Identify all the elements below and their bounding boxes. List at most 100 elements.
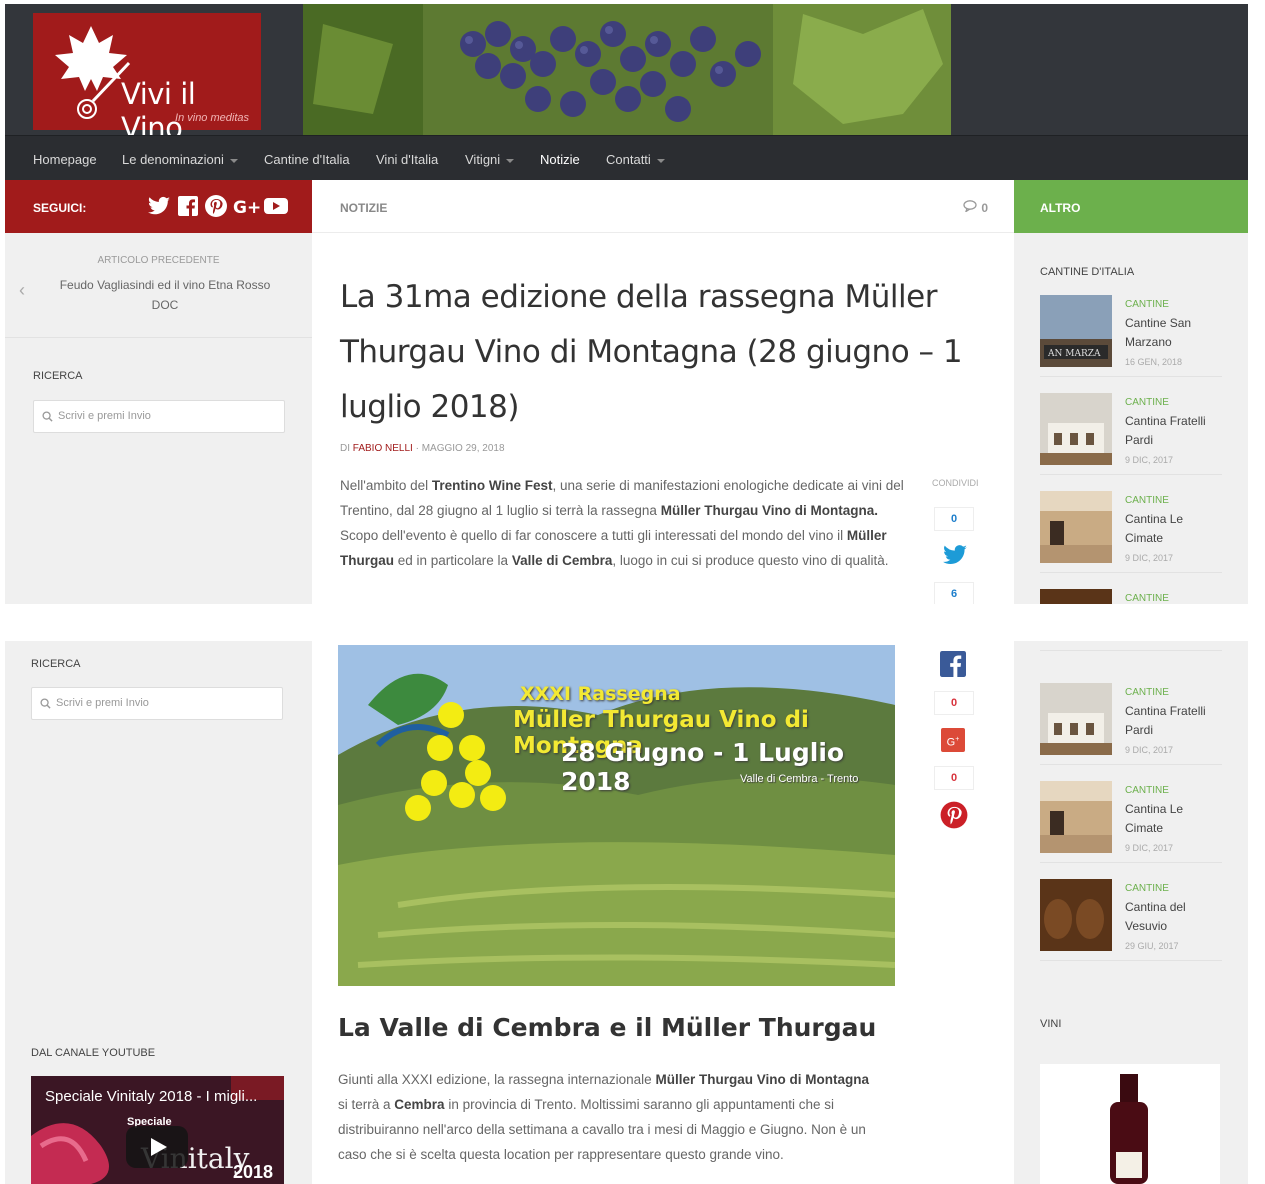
item-title[interactable]: Cantina Le Cimate <box>1125 800 1223 838</box>
item-date: 9 DIC, 2017 <box>1125 745 1174 755</box>
main-nav: Homepage Le denominazioni Cantine d'Ital… <box>5 135 1248 180</box>
article-date: · MAGGIO 29, 2018 <box>415 443 505 454</box>
grapes-image <box>303 4 951 135</box>
item-title[interactable]: Cantina Fratelli Pardi <box>1125 412 1223 450</box>
google-plus-share-icon[interactable]: G+ <box>941 728 965 752</box>
list-item[interactable]: CANTINE Cantina Le Cimate 9 DIC, 2017 <box>1040 483 1222 573</box>
article-paragraph-2: Giunti alla XXXI edizione, la rassegna i… <box>338 1067 878 1167</box>
poster-line-1: XXXI Rassegna <box>520 683 681 705</box>
pinterest-icon[interactable] <box>204 194 228 218</box>
thumbnail-image[interactable] <box>1040 683 1112 755</box>
winery-photo <box>1040 393 1112 465</box>
nav-item-cantine[interactable]: Cantine d'Italia <box>264 152 350 167</box>
nav-item-contatti[interactable]: Contatti <box>606 152 665 167</box>
list-item[interactable]: AN MARZA CANTINE Cantine San Marzano 16 … <box>1040 287 1222 377</box>
item-date: 9 DIC, 2017 <box>1125 843 1174 853</box>
breadcrumb-label[interactable]: NOTIZIE <box>340 201 387 215</box>
category-label[interactable]: CANTINE <box>1125 883 1169 894</box>
nav-item-notizie[interactable]: Notizie <box>540 152 580 167</box>
youtube-video-thumbnail[interactable]: Speciale Vinitaly 2018 - I migli... Spec… <box>31 1076 284 1184</box>
list-item[interactable]: CANTINE Cantina Fratelli Pardi 9 DIC, 20… <box>1040 385 1222 475</box>
list-item[interactable]: CANTINE <box>1040 581 1222 604</box>
nav-item-vitigni[interactable]: Vitigni <box>465 152 515 167</box>
category-label[interactable]: CANTINE <box>1125 495 1169 506</box>
thumbnail-image[interactable] <box>1040 589 1112 604</box>
text-run: Giunti alla XXXI edizione, la rassegna i… <box>338 1072 656 1087</box>
poster-line-4: Valle di Cembra - Trento <box>740 773 859 785</box>
comments-count[interactable]: 0 <box>963 200 988 215</box>
text-bold: Müller Thurgau Vino di Montagna <box>655 1072 869 1087</box>
list-item[interactable]: CANTINE Cantina Fratelli Pardi 9 DIC, 20… <box>1040 675 1222 765</box>
item-title[interactable]: Cantina del Vesuvio <box>1125 898 1223 936</box>
thumbnail-image[interactable]: AN MARZA <box>1040 295 1112 367</box>
list-item[interactable]: CANTINE Cantina Le Cimate 9 DIC, 2017 <box>1040 773 1222 863</box>
article-title: La 31ma edizione della rassegna Müller T… <box>340 279 963 425</box>
nav-item-vini[interactable]: Vini d'Italia <box>376 152 438 167</box>
youtube-icon[interactable] <box>263 194 289 218</box>
breadcrumb: NOTIZIE 0 <box>312 180 1014 233</box>
winery-photo <box>1040 683 1112 755</box>
search-placeholder: Scrivi e premi Invio <box>56 697 149 709</box>
search-input[interactable]: Scrivi e premi Invio <box>33 400 285 433</box>
right-sidebar-lower: 16 GEN, 2018 CANTINE Cantina Fratelli Pa… <box>1014 641 1248 1184</box>
thumbnail-image[interactable] <box>1040 393 1112 465</box>
previous-article-title[interactable]: Feudo Vagliasindi ed il vino Etna Rosso … <box>50 275 280 315</box>
wine-product-image[interactable] <box>1040 1064 1220 1184</box>
youtube-widget-title: DAL CANALE YOUTUBE <box>31 1047 156 1059</box>
thumbnail-image[interactable] <box>1040 879 1112 951</box>
site-header: Vivi il Vino In vino meditas Homepage Le… <box>5 4 1248 180</box>
svg-text:AN MARZA: AN MARZA <box>1047 349 1101 359</box>
list-item[interactable]: CANTINE Cantina del Vesuvio 29 GIU, 2017 <box>1040 871 1222 961</box>
google-plus-icon[interactable]: G+ <box>233 194 261 218</box>
twitter-share-icon[interactable] <box>940 542 970 568</box>
category-label[interactable]: CANTINE <box>1125 299 1169 310</box>
follow-label: SEGUICI: <box>33 201 87 215</box>
section-heading: La Valle di Cembra e il Müller Thurgau <box>338 1013 876 1042</box>
item-title[interactable]: Cantina Le Cimate <box>1125 510 1223 548</box>
facebook-share-icon[interactable] <box>940 651 966 677</box>
previous-article-label: ARTICOLO PRECEDENTE <box>97 255 220 266</box>
item-date: 9 DIC, 2017 <box>1125 553 1174 563</box>
main-content: NOTIZIE 0 La 31ma edizione della rassegn… <box>312 180 1014 604</box>
winery-photo <box>1040 589 1112 604</box>
pinterest-share-count: 0 <box>934 766 974 790</box>
category-label[interactable]: CANTINE <box>1125 687 1169 698</box>
facebook-icon[interactable] <box>176 194 200 218</box>
facebook-share-count: 6 <box>934 582 974 604</box>
previous-article[interactable]: ARTICOLO PRECEDENTE ‹ Feudo Vagliasindi … <box>5 233 312 338</box>
cantine-widget-title: CANTINE D'ITALIA <box>1040 266 1135 278</box>
list-item[interactable]: 16 GEN, 2018 <box>1040 641 1222 651</box>
play-button[interactable] <box>126 1126 188 1168</box>
thumbnail-image[interactable] <box>1040 781 1112 853</box>
video-title[interactable]: Speciale Vinitaly 2018 - I migli... <box>45 1088 257 1105</box>
text-run: , luogo in cui si produce questo vino di… <box>612 553 889 568</box>
twitter-icon[interactable] <box>147 194 171 218</box>
pinterest-share-icon[interactable] <box>940 801 968 829</box>
search-widget-title: RICERCA <box>33 370 83 382</box>
search-input[interactable]: Scrivi e premi Invio <box>31 687 283 720</box>
site-tagline: In vino meditas <box>175 112 249 124</box>
text-run: ed in particolare la <box>394 553 512 568</box>
nav-item-denominazioni[interactable]: Le denominazioni <box>122 152 238 167</box>
right-sidebar: ALTRO CANTINE D'ITALIA AN MARZA CANTINE … <box>1014 180 1248 604</box>
winery-photo <box>1040 879 1112 951</box>
nav-item-homepage[interactable]: Homepage <box>33 152 97 167</box>
chevron-down-icon <box>656 158 665 163</box>
item-title[interactable]: Cantine San Marzano <box>1125 314 1223 352</box>
article-paragraph-1: Nell'ambito del Trentino Wine Fest, una … <box>340 473 905 573</box>
thumbnail-image[interactable] <box>1040 491 1112 563</box>
chevron-down-icon <box>229 158 238 163</box>
text-bold: Müller Thurgau Vino di Montagna. <box>660 503 878 518</box>
chevron-left-icon[interactable]: ‹ <box>19 280 25 301</box>
poster-line-3: 28 Giugno - 1 Luglio 2018 <box>561 738 845 796</box>
wine-bottle-image <box>1110 1074 1148 1184</box>
winery-photo: AN MARZA <box>1040 295 1112 367</box>
category-label[interactable]: CANTINE <box>1125 593 1169 604</box>
google-share-count: 0 <box>934 691 974 715</box>
site-logo[interactable]: Vivi il Vino In vino meditas <box>33 13 261 145</box>
comments-number: 0 <box>981 201 988 215</box>
article-author[interactable]: FABIO NELLI <box>353 443 413 454</box>
category-label[interactable]: CANTINE <box>1125 785 1169 796</box>
item-title[interactable]: Cantina Fratelli Pardi <box>1125 702 1223 740</box>
category-label[interactable]: CANTINE <box>1125 397 1169 408</box>
